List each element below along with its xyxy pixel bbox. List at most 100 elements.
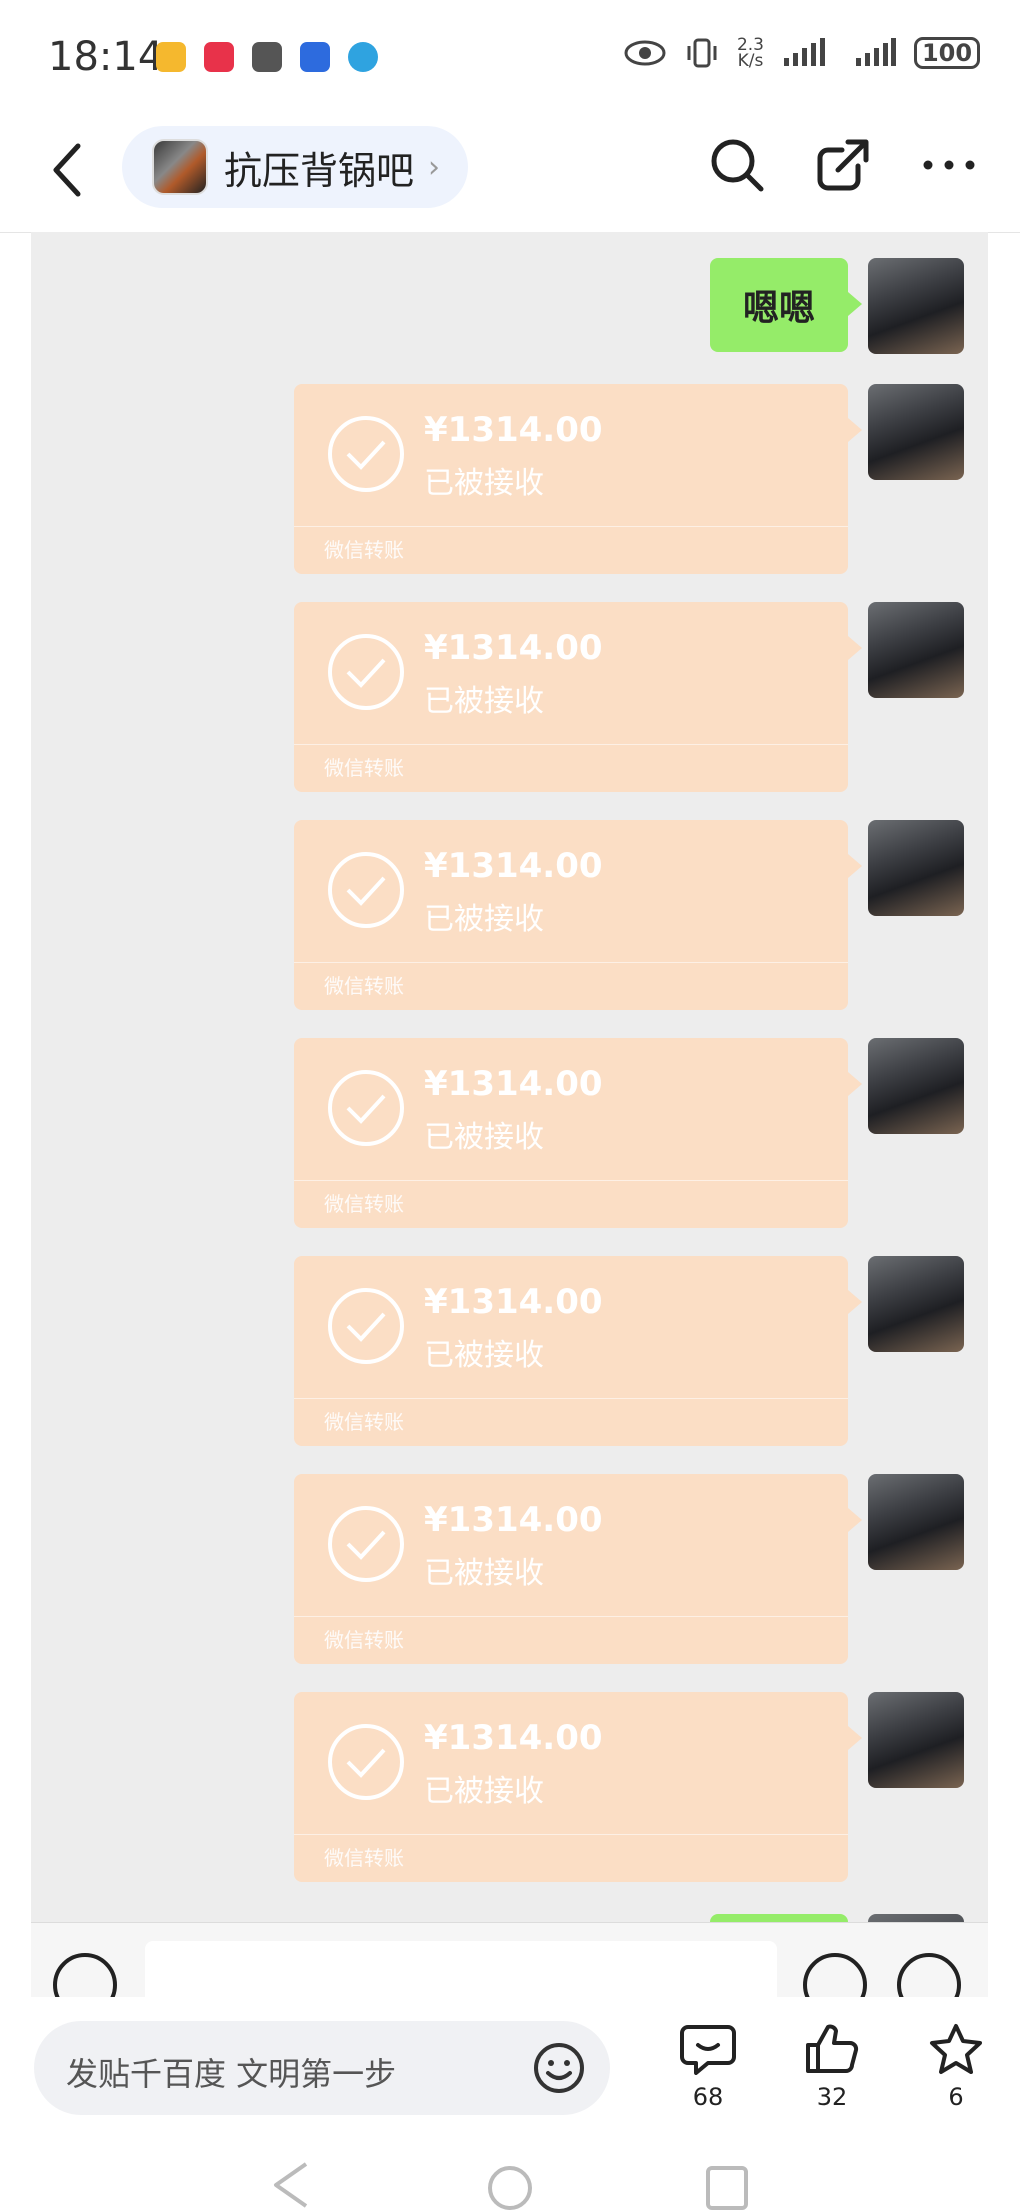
likes-count: 32 [816,2083,848,2111]
browser-icon [348,42,378,72]
sender-avatar [868,602,964,698]
transfer-footer: 微信转账 [324,974,404,998]
baidu-icon [300,42,330,72]
more-button[interactable] [918,134,980,196]
chat-screenshot-image[interactable]: 嗯嗯 ¥1314.00 已被接收 微信转账 ¥1314.00 已被接收 微信转账… [31,232,988,1997]
transfer-card: ¥1314.00 已被接收 微信转账 [294,1256,862,1446]
transfer-card: ¥1314.00 已被接收 微信转账 [294,1474,862,1664]
like-button[interactable]: 32 [792,2023,872,2111]
transfer-card: ¥1314.00 已被接收 微信转账 [294,1692,862,1882]
signal-icon [784,38,825,66]
divider [294,962,848,963]
transfer-amount: ¥1314.00 [424,846,603,886]
divider [294,1834,848,1835]
reply-placeholder: 发贴千百度 文明第一步 [66,2055,397,2093]
sender-avatar [868,1256,964,1352]
transfer-footer: 微信转账 [324,756,404,780]
transfer-card: ¥1314.00 已被接收 微信转账 [294,1038,862,1228]
check-circle-icon [328,1724,404,1800]
transfer-card: ¥1314.00 已被接收 微信转账 [294,820,862,1010]
emoji-icon[interactable] [532,2041,586,2095]
share-button[interactable] [812,134,874,196]
transfer-footer: 微信转账 [324,538,404,562]
forum-link[interactable]: 抗压背锅吧 › [122,126,468,208]
chevron-right-icon: › [428,149,441,185]
chat-input-field [145,1941,777,1997]
transfer-amount: ¥1314.00 [424,1500,603,1540]
status-time: 18:14 [48,34,164,80]
divider [294,1398,848,1399]
more-icon [923,160,975,170]
forum-avatar [152,139,208,195]
transfer-card: ¥1314.00 已被接收 微信转账 [294,384,862,574]
sender-avatar [868,1038,964,1134]
transfer-status: 已被接收 [424,1556,544,1591]
search-icon [711,139,764,192]
transfer-card: ¥1314.00 已被接收 微信转账 [294,602,862,792]
comments-button[interactable]: 68 [668,2023,748,2111]
text-message-bubble: 嗯嗯 [710,258,862,352]
transfer-status: 已被接收 [424,466,544,501]
sender-avatar [868,820,964,916]
sender-avatar [868,258,964,354]
post-header: 抗压背锅吧 › [0,112,1020,233]
divider [294,526,848,527]
vibrate-icon [687,38,717,68]
transfer-footer: 微信转账 [324,1410,404,1434]
transfer-status: 已被接收 [424,1338,544,1373]
check-circle-icon [328,634,404,710]
favorite-button[interactable]: 6 [916,2023,996,2111]
sender-avatar [868,1692,964,1788]
nav-back-icon[interactable] [270,2160,314,2210]
forum-name: 抗压背锅吧 [224,148,415,193]
app-icon [252,42,282,72]
check-circle-icon [328,852,404,928]
search-button[interactable] [706,134,768,196]
transfer-status: 已被接收 [424,684,544,719]
nav-home-icon[interactable] [484,2160,536,2210]
check-circle-icon [328,1070,404,1146]
check-circle-icon [328,1288,404,1364]
net-speed: 2.3 K/s [737,37,764,71]
reply-input[interactable]: 发贴千百度 文明第一步 [34,2021,610,2115]
transfer-amount: ¥1314.00 [424,1718,603,1758]
divider [294,1180,848,1181]
signal-secondary-icon [856,38,896,66]
battery-indicator: 100 [914,37,980,69]
comment-icon [680,2025,736,2075]
notification-icons [156,42,378,72]
chat-input-bar [31,1922,988,1997]
eye-icon [624,40,666,66]
status-bar: 18:14 2.3 K/s 100 [0,0,1020,112]
transfer-footer: 微信转账 [324,1846,404,1870]
nav-recents-icon[interactable] [704,2160,750,2210]
net-speed-unit: K/s [737,51,764,71]
weibo-icon [156,42,186,72]
transfer-status: 已被接收 [424,902,544,937]
check-circle-icon [328,416,404,492]
emoji-icon [803,1953,867,1997]
share-icon [817,139,869,191]
xiaohongshu-icon [204,42,234,72]
transfer-amount: ¥1314.00 [424,1064,603,1104]
favorites-count: 6 [948,2083,964,2111]
transfer-amount: ¥1314.00 [424,410,603,450]
transfer-amount: ¥1314.00 [424,1282,603,1322]
thumbs-up-icon [806,2024,859,2073]
header-actions [706,134,980,196]
star-icon [930,2024,982,2074]
system-icons: 2.3 K/s 100 [623,36,980,70]
comments-count: 68 [692,2083,724,2111]
divider [294,744,848,745]
transfer-footer: 微信转账 [324,1628,404,1652]
transfer-status: 已被接收 [424,1120,544,1155]
voice-icon [53,1953,117,1997]
divider [294,1616,848,1617]
transfer-status: 已被接收 [424,1774,544,1809]
system-nav-bar [0,2150,1020,2210]
transfer-footer: 微信转账 [324,1192,404,1216]
transfer-amount: ¥1314.00 [424,628,603,668]
chevron-left-icon[interactable] [48,140,88,200]
sender-avatar [868,384,964,480]
sender-avatar [868,1474,964,1570]
